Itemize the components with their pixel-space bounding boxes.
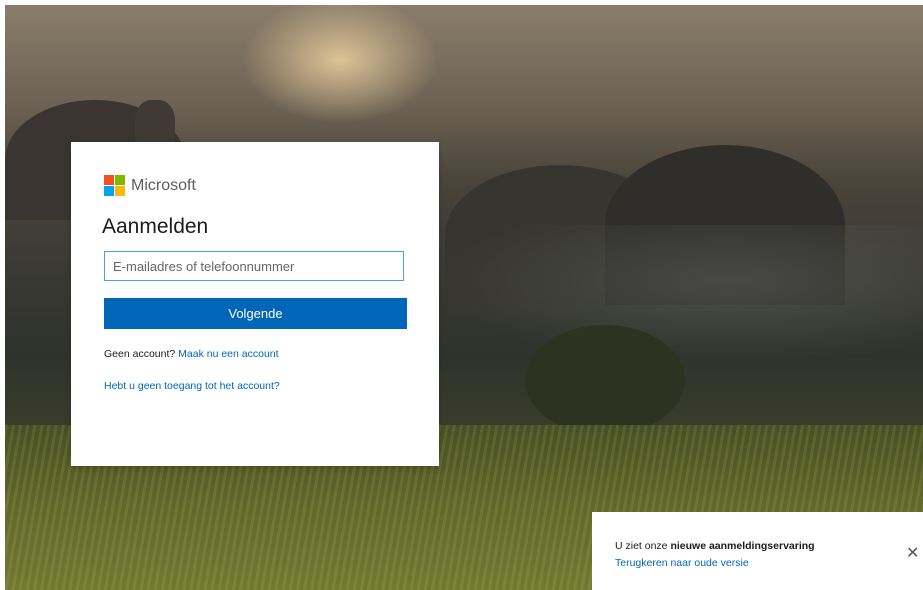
background-city bbox=[435, 225, 923, 365]
no-access-row: Hebt u geen toegang tot het account? bbox=[104, 380, 280, 392]
page-title: Aanmelden bbox=[102, 215, 209, 238]
revert-old-version-link[interactable]: Terugkeren naar oude versie bbox=[615, 557, 749, 569]
logo-text: Microsoft bbox=[131, 176, 196, 194]
no-account-text: Geen account? bbox=[104, 348, 176, 360]
microsoft-logo-icon bbox=[104, 175, 125, 196]
create-account-link[interactable]: Maak nu een account bbox=[178, 348, 278, 360]
banner-message: U ziet onze nieuwe aanmeldingservaring bbox=[615, 540, 815, 552]
signin-card: Microsoft Aanmelden Volgende Geen accoun… bbox=[71, 142, 439, 466]
microsoft-logo: Microsoft bbox=[104, 175, 196, 196]
new-experience-banner: U ziet onze nieuwe aanmeldingservaring T… bbox=[592, 512, 923, 590]
email-input[interactable] bbox=[104, 251, 404, 281]
close-icon[interactable]: ✕ bbox=[906, 546, 919, 562]
create-account-row: Geen account? Maak nu een account bbox=[104, 348, 279, 360]
no-access-link[interactable]: Hebt u geen toegang tot het account? bbox=[104, 380, 280, 392]
banner-text-prefix: U ziet onze bbox=[615, 540, 668, 552]
background-bush bbox=[525, 325, 685, 435]
next-button[interactable]: Volgende bbox=[104, 298, 407, 329]
banner-text-bold: nieuwe aanmeldingservaring bbox=[670, 540, 815, 552]
